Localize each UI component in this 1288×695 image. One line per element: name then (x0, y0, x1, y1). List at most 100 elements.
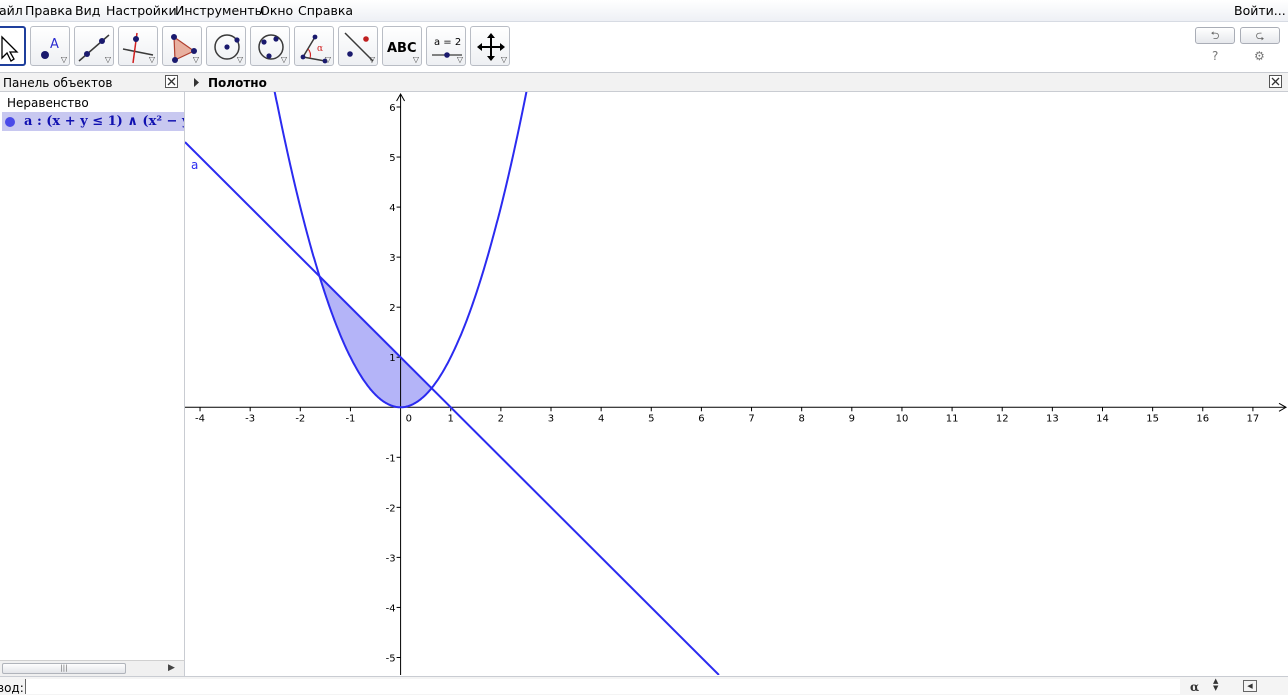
y-tick-label: 2 (389, 303, 395, 314)
close-icon (1271, 77, 1280, 86)
tool-dropdown-icon: ▽ (456, 55, 463, 64)
redo-button[interactable]: ⮎ (1240, 27, 1280, 44)
menu-help[interactable]: Справка (298, 3, 353, 18)
algebra-view-title: Панель объектов (3, 76, 113, 90)
x-tick-label: 17 (1247, 413, 1260, 424)
x-tick-label: 15 (1146, 413, 1159, 424)
svg-text:ABC: ABC (387, 41, 417, 56)
coordinate-axes: -4 -3 -2 -1 1 2 3 4 5 6 7 8 9 10 11 12 13 14 15 16 17-5-4-3-… (185, 92, 1288, 675)
menu-tools[interactable]: Инструменты (175, 3, 264, 18)
tool-dropdown-icon: ▽ (280, 55, 287, 64)
x-tick-label: 16 (1196, 413, 1209, 424)
svg-text:a = 2: a = 2 (434, 37, 461, 48)
x-tick-label: 4 (598, 413, 604, 424)
y-tick-label: -5 (386, 653, 396, 664)
collapse-triangle-icon[interactable] (192, 73, 202, 92)
move-tool[interactable] (0, 26, 26, 66)
svg-text:A: A (50, 37, 59, 52)
x-tick-label: 2 (498, 413, 504, 424)
x-tick-label: 7 (748, 413, 754, 424)
tool-dropdown-icon: ▽ (104, 55, 111, 64)
help-icon[interactable]: ? (1212, 49, 1218, 63)
point-tool[interactable]: A ▽ (30, 26, 70, 66)
toolbar: A ▽ ▽ ▽ ▽ ▽ ▽ α ▽ ▽ ABC ▽ a = 2 ▽ ▽ ⮌ ⮎ (0, 22, 1288, 73)
x-tick-label: -2 (295, 413, 305, 424)
history-spinner-icon[interactable]: ▲ ▼ (1213, 678, 1218, 692)
toggle-input-help-icon[interactable]: ◀ (1243, 680, 1257, 692)
tool-dropdown-icon: ▽ (368, 55, 375, 64)
menu-bar: айл Правка Вид Настройки Инструменты Окн… (0, 0, 1288, 22)
x-tick-label: 11 (946, 413, 959, 424)
object-label[interactable]: a (191, 158, 198, 172)
close-graphics-button[interactable] (1269, 75, 1282, 88)
x-tick-label: 10 (896, 413, 909, 424)
circle-tool[interactable]: ▽ (206, 26, 246, 66)
alpha-symbol-button[interactable]: α (1190, 680, 1199, 694)
x-tick-label: -3 (245, 413, 255, 424)
algebra-view: Неравенство a : (x + y ≤ 1) ∧ (x² − y ≥ … (0, 92, 185, 660)
svg-text:α: α (317, 44, 323, 54)
x-tick-label: 5 (648, 413, 654, 424)
y-tick-label: -1 (386, 453, 396, 464)
tool-dropdown-icon: ▽ (192, 55, 199, 64)
conic-tool[interactable]: ▽ (250, 26, 290, 66)
arrow-cursor-icon (1, 35, 19, 62)
graphics-plot[interactable]: -4 -3 -2 -1 1 2 3 4 5 6 7 8 9 10 11 12 13 14 15 16 17-5-4-3-… (185, 92, 1288, 675)
graphics-view-title: Полотно (208, 76, 267, 90)
y-tick-label: -4 (386, 603, 396, 614)
menu-window[interactable]: Окно (260, 3, 293, 18)
graphics-canvas[interactable]: -4 -3 -2 -1 1 2 3 4 5 6 7 8 9 10 11 12 13 14 15 16 17 -5 -4 -3-… (185, 92, 1288, 675)
y-tick-label: -3 (386, 553, 396, 564)
object-type-heading: Неравенство (7, 96, 89, 110)
slider-tool[interactable]: a = 2 ▽ (426, 26, 466, 66)
y-tick-label: 3 (389, 253, 395, 264)
x-tick-label: -4 (195, 413, 205, 424)
x-tick-label: 8 (798, 413, 804, 424)
undo-button[interactable]: ⮌ (1195, 27, 1235, 44)
gear-icon[interactable]: ⚙ (1254, 49, 1265, 63)
polygon-tool[interactable]: ▽ (162, 26, 202, 66)
close-algebra-button[interactable] (165, 75, 178, 88)
tool-dropdown-icon: ▽ (236, 55, 243, 64)
angle-tool[interactable]: α ▽ (294, 26, 334, 66)
move-graphics-tool[interactable]: ▽ (470, 26, 510, 66)
origin-label: 0 (406, 413, 412, 424)
scrollbar-thumb[interactable]: ||| (2, 663, 126, 674)
reflect-tool[interactable]: ▽ (338, 26, 378, 66)
visibility-toggle-icon[interactable] (5, 117, 15, 127)
x-tick-label: 6 (698, 413, 704, 424)
tool-dropdown-icon: ▽ (148, 55, 155, 64)
y-tick-label: 1 (389, 353, 395, 364)
menu-edit[interactable]: Правка (25, 3, 73, 18)
tool-dropdown-icon: ▽ (412, 55, 419, 64)
scroll-right-icon[interactable]: ▶ (168, 663, 175, 673)
tool-dropdown-icon: ▽ (500, 55, 507, 64)
algebra-horizontal-scrollbar[interactable]: ||| ▶ (0, 660, 185, 676)
algebra-object-row[interactable]: a : (x + y ≤ 1) ∧ (x² − y ≥ 0) (2, 112, 184, 131)
x-tick-label: 14 (1096, 413, 1109, 424)
tool-dropdown-icon: ▽ (60, 55, 67, 64)
algebra-view-header: Панель объектов (0, 73, 185, 92)
text-tool[interactable]: ABC ▽ (382, 26, 422, 66)
inequality-definition: a : (x + y ≤ 1) ∧ (x² − y ≥ 0) (24, 114, 184, 129)
sign-in-link[interactable]: Войти... (1234, 3, 1286, 18)
y-tick-label: 5 (389, 153, 395, 164)
input-field[interactable] (25, 679, 1180, 694)
menu-settings[interactable]: Настройки (106, 3, 177, 18)
y-tick-label: -2 (386, 503, 396, 514)
x-tick-label: 13 (1046, 413, 1059, 424)
graphics-view-header: Полотно (185, 73, 1288, 92)
line-boundary[interactable] (185, 141, 720, 675)
x-tick-label: 3 (548, 413, 554, 424)
inequality-region[interactable] (319, 276, 432, 408)
close-icon (167, 77, 176, 86)
menu-view[interactable]: Вид (75, 3, 100, 18)
line-tool[interactable]: ▽ (74, 26, 114, 66)
perpendicular-tool[interactable]: ▽ (118, 26, 158, 66)
x-tick-label: 9 (849, 413, 855, 424)
menu-file[interactable]: айл (0, 3, 23, 18)
y-tick-label: 6 (389, 103, 395, 114)
x-tick-label: 12 (996, 413, 1009, 424)
x-tick-label: 1 (448, 413, 454, 424)
tool-dropdown-icon: ▽ (324, 55, 331, 64)
